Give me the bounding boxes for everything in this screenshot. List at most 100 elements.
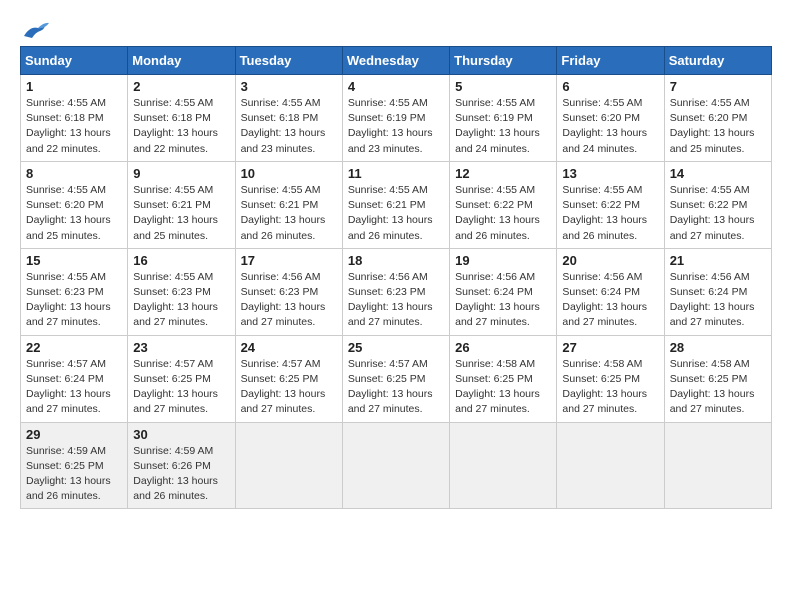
- day-number: 22: [26, 340, 122, 355]
- day-number: 15: [26, 253, 122, 268]
- day-info: Sunrise: 4:59 AMSunset: 6:25 PMDaylight:…: [26, 444, 122, 505]
- day-number: 4: [348, 79, 444, 94]
- day-number: 1: [26, 79, 122, 94]
- calendar-week-4: 22 Sunrise: 4:57 AMSunset: 6:24 PMDayligh…: [21, 335, 772, 422]
- calendar-table: SundayMondayTuesdayWednesdayThursdayFrid…: [20, 46, 772, 509]
- calendar-week-1: 1 Sunrise: 4:55 AMSunset: 6:18 PMDaylight…: [21, 75, 772, 162]
- day-info: Sunrise: 4:55 AMSunset: 6:19 PMDaylight:…: [348, 96, 444, 157]
- day-number: 30: [133, 427, 229, 442]
- calendar-cell: 25 Sunrise: 4:57 AMSunset: 6:25 PMDayligh…: [342, 335, 449, 422]
- day-info: Sunrise: 4:55 AMSunset: 6:21 PMDaylight:…: [241, 183, 337, 244]
- calendar-cell: 10 Sunrise: 4:55 AMSunset: 6:21 PMDayligh…: [235, 161, 342, 248]
- day-info: Sunrise: 4:59 AMSunset: 6:26 PMDaylight:…: [133, 444, 229, 505]
- calendar-cell: 6Sunrise: 4:55 AMSunset: 6:20 PMDaylight…: [557, 75, 664, 162]
- calendar-weekday-saturday: Saturday: [664, 47, 771, 75]
- calendar-weekday-wednesday: Wednesday: [342, 47, 449, 75]
- calendar-week-3: 15 Sunrise: 4:55 AMSunset: 6:23 PMDayligh…: [21, 248, 772, 335]
- day-number: 26: [455, 340, 551, 355]
- calendar-cell: [664, 422, 771, 509]
- day-number: 14: [670, 166, 766, 181]
- calendar-cell: 5Sunrise: 4:55 AMSunset: 6:19 PMDaylight…: [450, 75, 557, 162]
- day-info: Sunrise: 4:55 AMSunset: 6:20 PMDaylight:…: [670, 96, 766, 157]
- day-number: 3: [241, 79, 337, 94]
- day-info: Sunrise: 4:55 AMSunset: 6:18 PMDaylight:…: [26, 96, 122, 157]
- calendar-cell: 19 Sunrise: 4:56 AMSunset: 6:24 PMDayligh…: [450, 248, 557, 335]
- day-info: Sunrise: 4:55 AMSunset: 6:22 PMDaylight:…: [455, 183, 551, 244]
- day-number: 28: [670, 340, 766, 355]
- day-info: Sunrise: 4:55 AMSunset: 6:22 PMDaylight:…: [562, 183, 658, 244]
- calendar-cell: 1 Sunrise: 4:55 AMSunset: 6:18 PMDaylight…: [21, 75, 128, 162]
- day-number: 5: [455, 79, 551, 94]
- day-number: 23: [133, 340, 229, 355]
- calendar-cell: 15 Sunrise: 4:55 AMSunset: 6:23 PMDayligh…: [21, 248, 128, 335]
- day-info: Sunrise: 4:55 AMSunset: 6:23 PMDaylight:…: [26, 270, 122, 331]
- day-number: 2: [133, 79, 229, 94]
- calendar-cell: 18Sunrise: 4:56 AMSunset: 6:23 PMDayligh…: [342, 248, 449, 335]
- day-number: 18: [348, 253, 444, 268]
- calendar-cell: 4 Sunrise: 4:55 AMSunset: 6:19 PMDaylight…: [342, 75, 449, 162]
- calendar-header-row: SundayMondayTuesdayWednesdayThursdayFrid…: [21, 47, 772, 75]
- calendar-cell: 28 Sunrise: 4:58 AMSunset: 6:25 PMDayligh…: [664, 335, 771, 422]
- day-info: Sunrise: 4:57 AMSunset: 6:25 PMDaylight:…: [348, 357, 444, 418]
- logo-bird-icon: [22, 18, 50, 40]
- day-info: Sunrise: 4:55 AMSunset: 6:21 PMDaylight:…: [133, 183, 229, 244]
- day-number: 12: [455, 166, 551, 181]
- day-number: 27: [562, 340, 658, 355]
- day-number: 21: [670, 253, 766, 268]
- day-info: Sunrise: 4:58 AMSunset: 6:25 PMDaylight:…: [455, 357, 551, 418]
- day-number: 19: [455, 253, 551, 268]
- day-info: Sunrise: 4:55 AMSunset: 6:18 PMDaylight:…: [241, 96, 337, 157]
- calendar-weekday-friday: Friday: [557, 47, 664, 75]
- calendar-cell: [557, 422, 664, 509]
- calendar-cell: 11Sunrise: 4:55 AMSunset: 6:21 PMDayligh…: [342, 161, 449, 248]
- calendar-cell: 30 Sunrise: 4:59 AMSunset: 6:26 PMDayligh…: [128, 422, 235, 509]
- day-number: 8: [26, 166, 122, 181]
- calendar-cell: 16Sunrise: 4:55 AMSunset: 6:23 PMDayligh…: [128, 248, 235, 335]
- calendar-cell: 21 Sunrise: 4:56 AMSunset: 6:24 PMDayligh…: [664, 248, 771, 335]
- day-info: Sunrise: 4:57 AMSunset: 6:24 PMDaylight:…: [26, 357, 122, 418]
- calendar-cell: 29Sunrise: 4:59 AMSunset: 6:25 PMDayligh…: [21, 422, 128, 509]
- day-info: Sunrise: 4:56 AMSunset: 6:24 PMDaylight:…: [562, 270, 658, 331]
- calendar-cell: 20 Sunrise: 4:56 AMSunset: 6:24 PMDayligh…: [557, 248, 664, 335]
- calendar-week-2: 8 Sunrise: 4:55 AMSunset: 6:20 PMDaylight…: [21, 161, 772, 248]
- day-info: Sunrise: 4:56 AMSunset: 6:24 PMDaylight:…: [455, 270, 551, 331]
- day-info: Sunrise: 4:58 AMSunset: 6:25 PMDaylight:…: [670, 357, 766, 418]
- day-info: Sunrise: 4:55 AMSunset: 6:20 PMDaylight:…: [26, 183, 122, 244]
- calendar-cell: 7Sunrise: 4:55 AMSunset: 6:20 PMDaylight…: [664, 75, 771, 162]
- day-number: 24: [241, 340, 337, 355]
- calendar-weekday-monday: Monday: [128, 47, 235, 75]
- day-info: Sunrise: 4:55 AMSunset: 6:20 PMDaylight:…: [562, 96, 658, 157]
- calendar-cell: [235, 422, 342, 509]
- calendar-cell: 22 Sunrise: 4:57 AMSunset: 6:24 PMDayligh…: [21, 335, 128, 422]
- calendar-weekday-sunday: Sunday: [21, 47, 128, 75]
- logo: [20, 18, 50, 36]
- calendar-cell: 24 Sunrise: 4:57 AMSunset: 6:25 PMDayligh…: [235, 335, 342, 422]
- day-info: Sunrise: 4:58 AMSunset: 6:25 PMDaylight:…: [562, 357, 658, 418]
- day-number: 11: [348, 166, 444, 181]
- day-number: 20: [562, 253, 658, 268]
- calendar-cell: 12 Sunrise: 4:55 AMSunset: 6:22 PMDayligh…: [450, 161, 557, 248]
- day-info: Sunrise: 4:57 AMSunset: 6:25 PMDaylight:…: [241, 357, 337, 418]
- calendar-cell: 8 Sunrise: 4:55 AMSunset: 6:20 PMDaylight…: [21, 161, 128, 248]
- calendar-cell: 27 Sunrise: 4:58 AMSunset: 6:25 PMDayligh…: [557, 335, 664, 422]
- day-info: Sunrise: 4:55 AMSunset: 6:22 PMDaylight:…: [670, 183, 766, 244]
- calendar-cell: 9 Sunrise: 4:55 AMSunset: 6:21 PMDaylight…: [128, 161, 235, 248]
- calendar-week-5: 29Sunrise: 4:59 AMSunset: 6:25 PMDayligh…: [21, 422, 772, 509]
- day-info: Sunrise: 4:55 AMSunset: 6:18 PMDaylight:…: [133, 96, 229, 157]
- day-info: Sunrise: 4:56 AMSunset: 6:23 PMDaylight:…: [241, 270, 337, 331]
- day-number: 25: [348, 340, 444, 355]
- calendar-cell: 13 Sunrise: 4:55 AMSunset: 6:22 PMDayligh…: [557, 161, 664, 248]
- calendar-cell: 23Sunrise: 4:57 AMSunset: 6:25 PMDayligh…: [128, 335, 235, 422]
- day-info: Sunrise: 4:56 AMSunset: 6:24 PMDaylight:…: [670, 270, 766, 331]
- day-number: 13: [562, 166, 658, 181]
- day-number: 17: [241, 253, 337, 268]
- day-info: Sunrise: 4:55 AMSunset: 6:23 PMDaylight:…: [133, 270, 229, 331]
- day-number: 10: [241, 166, 337, 181]
- calendar-cell: 17 Sunrise: 4:56 AMSunset: 6:23 PMDayligh…: [235, 248, 342, 335]
- calendar-cell: 14 Sunrise: 4:55 AMSunset: 6:22 PMDayligh…: [664, 161, 771, 248]
- page: SundayMondayTuesdayWednesdayThursdayFrid…: [0, 0, 792, 527]
- calendar-weekday-thursday: Thursday: [450, 47, 557, 75]
- calendar-weekday-tuesday: Tuesday: [235, 47, 342, 75]
- day-number: 9: [133, 166, 229, 181]
- calendar-cell: [342, 422, 449, 509]
